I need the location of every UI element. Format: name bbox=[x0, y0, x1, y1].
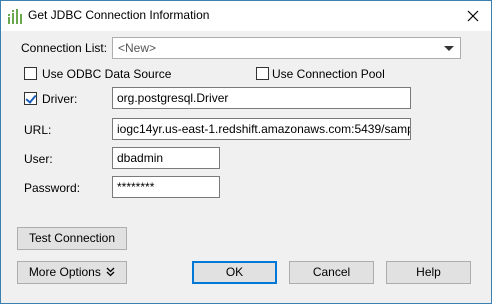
dialog-window: Get JDBC Connection Information Connecti… bbox=[0, 0, 492, 304]
url-input[interactable]: iogc14yr.us-east-1.redshift.amazonaws.co… bbox=[112, 118, 411, 140]
password-label: Password: bbox=[24, 181, 81, 195]
connection-list-label: Connection List: bbox=[21, 41, 108, 55]
help-button[interactable]: Help bbox=[386, 261, 471, 284]
use-pool-checkbox[interactable] bbox=[256, 67, 269, 80]
test-connection-button[interactable]: Test Connection bbox=[17, 227, 127, 250]
driver-checkbox[interactable] bbox=[24, 92, 37, 105]
user-label: User: bbox=[24, 152, 53, 166]
ok-button[interactable]: OK bbox=[192, 261, 277, 284]
close-icon[interactable] bbox=[463, 6, 483, 26]
more-options-label: More Options bbox=[28, 265, 101, 279]
connection-list-value: <New> bbox=[118, 41, 157, 55]
use-pool-label: Use Connection Pool bbox=[272, 67, 385, 81]
password-input[interactable]: ******** bbox=[112, 176, 220, 198]
use-odbc-checkbox[interactable] bbox=[24, 67, 37, 80]
driver-input[interactable]: org.postgresql.Driver bbox=[112, 87, 411, 109]
url-label: URL: bbox=[24, 123, 52, 137]
user-input[interactable]: dbadmin bbox=[112, 147, 220, 169]
driver-label: Driver: bbox=[42, 92, 78, 106]
connection-list-select[interactable]: <New> bbox=[112, 37, 461, 59]
use-odbc-label: Use ODBC Data Source bbox=[42, 67, 172, 81]
double-chevron-down-icon bbox=[106, 267, 115, 277]
chevron-down-icon[interactable] bbox=[444, 46, 454, 51]
title-bar: Get JDBC Connection Information bbox=[1, 1, 491, 31]
more-options-button[interactable]: More Options bbox=[17, 261, 127, 284]
cancel-button[interactable]: Cancel bbox=[289, 261, 374, 284]
window-title: Get JDBC Connection Information bbox=[28, 8, 210, 22]
bar-chart-icon bbox=[8, 9, 22, 24]
